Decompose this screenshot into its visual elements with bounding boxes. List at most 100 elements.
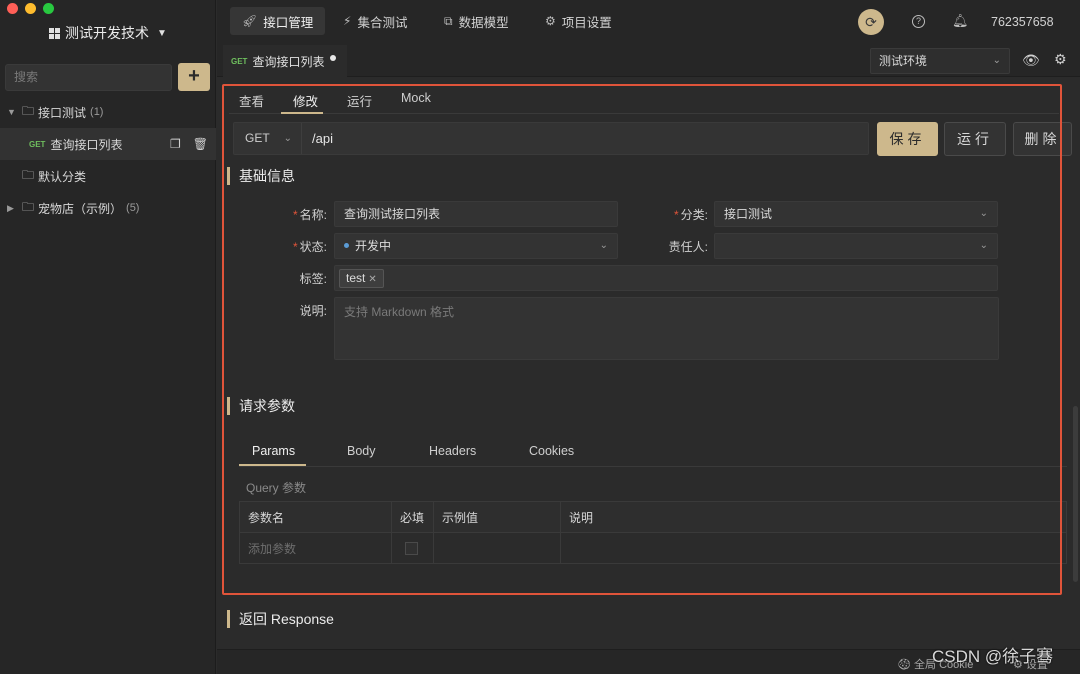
tab-bar: GET 查询接口列表 测试环境 ⌄ 👁︎ ⚙︎ [217, 44, 1080, 77]
status-select[interactable]: 开发中 ⌄ [334, 233, 618, 259]
folder-label: 宠物店（示例） [38, 201, 123, 216]
tab-mock[interactable]: Mock [401, 91, 431, 105]
close-icon[interactable]: ✕ [368, 274, 376, 285]
method-select[interactable]: GET ⌄ [234, 123, 302, 154]
column-header: 参数名 [239, 501, 392, 533]
url-input[interactable]: /api [312, 123, 333, 154]
chevron-down-icon: ⌄ [979, 208, 988, 219]
chevron-down-icon: ⌄ [599, 240, 608, 251]
method-value: GET [245, 131, 270, 145]
folder-count: (5) [126, 202, 140, 214]
eye-icon[interactable]: 👁︎ [1022, 52, 1040, 69]
folder-count: (1) [90, 106, 104, 118]
column-header: 示例值 [433, 501, 561, 533]
description-textarea[interactable]: 支持 Markdown 格式 [334, 297, 999, 360]
folder-icon: 🗀 [22, 199, 35, 214]
active-tab-indicator [239, 464, 306, 466]
editor-subtabs: 查看 修改 运行 Mock [229, 84, 1059, 114]
tab-run[interactable]: 运行 [347, 91, 372, 110]
delete-button[interactable]: 删除 [1013, 122, 1072, 156]
tab-edit[interactable]: 修改 [293, 91, 318, 110]
tree-folder-default[interactable]: 🗀 默认分类 [0, 160, 216, 192]
nav-collection-test[interactable]: ⚡︎ 集合测试 [331, 7, 419, 35]
example-input[interactable] [433, 532, 561, 564]
folder-icon: 🗀 [22, 167, 35, 182]
tab-label: 查询接口列表 [252, 54, 325, 69]
nav-label: 接口管理 [263, 15, 314, 30]
rocket-icon: 🚀︎ [242, 14, 258, 28]
sidebar: 测试开发技术 ▼ 搜索 + ▼ 🗀 接口测试 (1) GET 查询接口列表 ❐ … [0, 0, 216, 674]
sync-icon[interactable]: ⟳ [858, 9, 884, 35]
name-field[interactable]: 查询测试接口列表 [334, 201, 618, 227]
open-tab-query-api-list[interactable]: GET 查询接口列表 [223, 45, 347, 77]
folder-label: 接口测试 [38, 105, 87, 120]
chevron-right-icon[interactable]: ▶ [7, 203, 17, 214]
user-id[interactable]: 762357658 [991, 15, 1054, 29]
category-label: * 分类: [673, 208, 708, 222]
project-selector[interactable]: 测试开发技术 ▼ [49, 23, 167, 43]
help-icon[interactable]: ? [912, 15, 925, 28]
nav-label: 集合测试 [357, 15, 408, 30]
tab-body[interactable]: Body [347, 444, 376, 458]
table-header-row: 参数名 必填 示例值 说明 [239, 501, 1067, 533]
add-button[interactable]: + [178, 63, 210, 91]
tab-params[interactable]: Params [252, 444, 295, 458]
category-select[interactable]: 接口测试 ⌄ [714, 201, 998, 227]
status-label: * 状态: [292, 240, 327, 254]
api-tree: ▼ 🗀 接口测试 (1) GET 查询接口列表 ❐ 🗑 🗀 默认分类 ▶ 🗀 宠… [0, 96, 216, 224]
query-params-table: 参数名 必填 示例值 说明 添加参数 [239, 501, 1067, 564]
owner-select[interactable]: ⌄ [714, 233, 998, 259]
section-title-response: 返回 Response [227, 610, 334, 628]
tags-field[interactable]: test ✕ [334, 265, 998, 291]
tab-cookies[interactable]: Cookies [529, 444, 574, 458]
close-window-button[interactable] [7, 3, 18, 14]
section-title-basic-info: 基础信息 [227, 167, 295, 185]
tree-folder-petstore[interactable]: ▶ 🗀 宠物店（示例） (5) [0, 192, 216, 224]
project-name: 测试开发技术 [65, 25, 149, 41]
save-button[interactable]: 保存 [877, 122, 938, 156]
gear-icon[interactable]: ⚙︎ [1054, 51, 1067, 68]
table-row: 添加参数 [239, 532, 1067, 564]
environment-value: 测试环境 [879, 54, 928, 68]
description-label: 说明: [299, 304, 327, 318]
grid-icon [49, 27, 60, 39]
unsaved-dot-icon [330, 55, 337, 61]
url-bar: GET ⌄ /api [233, 122, 869, 155]
description-input[interactable] [560, 532, 1067, 564]
tab-headers[interactable]: Headers [429, 444, 476, 458]
tree-item-query-api-list[interactable]: GET 查询接口列表 ❐ 🗑 [0, 128, 216, 160]
nav-api-management[interactable]: 🚀︎ 接口管理 [230, 7, 326, 35]
cube-icon: ⧉ [444, 13, 453, 28]
query-params-label: Query 参数 [246, 481, 307, 495]
chevron-down-icon: ⌄ [283, 133, 292, 144]
tag-chip: test ✕ [339, 269, 384, 288]
required-checkbox[interactable] [405, 542, 418, 556]
folder-icon: 🗀 [22, 103, 35, 118]
main-content [217, 78, 1080, 674]
minimize-window-button[interactable] [25, 3, 36, 14]
tab-view[interactable]: 查看 [239, 91, 264, 110]
scrollbar[interactable] [1073, 406, 1078, 582]
active-tab-indicator [281, 112, 323, 114]
folder-label: 默认分类 [38, 169, 87, 184]
status-dot-icon [344, 243, 349, 249]
owner-label: 责任人: [668, 240, 708, 254]
copy-icon[interactable]: ❐ [170, 137, 181, 151]
trash-icon[interactable]: 🗑 [193, 137, 208, 151]
chevron-down-icon: ⌄ [979, 240, 988, 251]
run-button[interactable]: 运行 [944, 122, 1006, 156]
bell-icon[interactable]: 🔔︎ [952, 13, 969, 29]
chevron-down-icon[interactable]: ▼ [7, 107, 17, 117]
nav-data-model[interactable]: ⧉ 数据模型 [432, 7, 521, 35]
top-bar: 🚀︎ 接口管理 ⚡︎ 集合测试 ⧉ 数据模型 ⚙︎ 项目设置 ⟳ ? 🔔︎ 76… [217, 0, 1080, 44]
nav-project-settings[interactable]: ⚙︎ 项目设置 [533, 7, 624, 35]
method-badge: GET [29, 139, 46, 149]
watermark: CSDN @徐子骞 [932, 647, 1054, 666]
environment-select[interactable]: 测试环境 ⌄ [870, 48, 1010, 74]
window-controls [7, 3, 54, 14]
tags-label: 标签: [299, 272, 327, 286]
search-input[interactable]: 搜索 [5, 64, 172, 91]
add-param-input[interactable]: 添加参数 [239, 532, 392, 564]
maximize-window-button[interactable] [43, 3, 54, 14]
tree-folder-api-test[interactable]: ▼ 🗀 接口测试 (1) [0, 96, 216, 128]
